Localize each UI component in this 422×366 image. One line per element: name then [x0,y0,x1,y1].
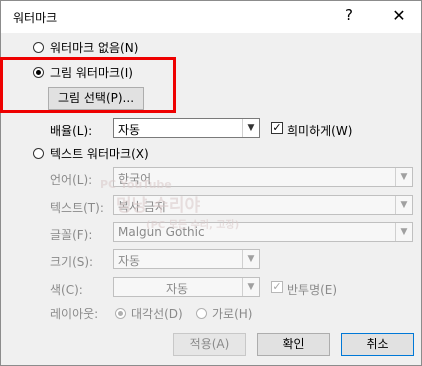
diagonal-label[interactable]: 대각선(D) [131,305,183,322]
apply-button[interactable]: 적용(A) [173,333,246,356]
chevron-down-icon: ▼ [395,168,412,186]
color-label: 색(C): [50,283,83,297]
close-icon[interactable]: ✕ [385,3,413,29]
chevron-down-icon: ▼ [242,278,259,296]
help-icon[interactable]: ? [345,6,353,24]
chevron-down-icon: ▼ [242,119,259,137]
semitransparent-label[interactable]: 반투명(E) [287,281,337,298]
horizontal-label[interactable]: 가로(H) [212,305,252,322]
cancel-button[interactable]: 취소 [341,333,414,356]
text-watermark-radio[interactable] [33,148,44,159]
color-value: 자동 [166,282,189,296]
color-dropdown[interactable]: 자동 ▼ [113,277,260,297]
chevron-down-icon: ▼ [242,250,259,268]
washout-checkbox[interactable]: ✓ [271,122,283,134]
ok-button[interactable]: 확인 [257,333,330,356]
scale-value: 자동 [118,123,141,137]
highlight-box [0,57,176,113]
watermark-line-3: (PC 모든 수리, 고장) [146,220,240,231]
no-watermark-label[interactable]: 워터마크 없음(N) [50,39,138,56]
text-watermark-label[interactable]: 텍스트 워터마크(X) [50,145,149,162]
scale-dropdown[interactable]: 자동 ▼ [113,118,260,138]
no-watermark-radio[interactable] [33,42,44,53]
diagonal-radio[interactable] [115,308,126,319]
text-label: 텍스트(T): [50,201,104,215]
dialog-title: 워터마크 [13,11,58,25]
semitransparent-checkbox[interactable]: ✓ [271,281,283,293]
size-dropdown[interactable]: 자동 ▼ [113,249,260,269]
chevron-down-icon: ▼ [395,223,412,241]
watermark-line-2: 멍냥 수리야 [116,196,201,216]
language-label: 언어(L): [50,173,93,187]
font-label: 글꼴(F): [50,228,93,242]
title-bar: 워터마크 ? ✕ [1,1,421,33]
watermark-line-1: PC YouTube [100,178,172,191]
horizontal-radio[interactable] [196,308,207,319]
size-label: 크기(S): [50,255,94,269]
washout-label[interactable]: 희미하게(W) [287,122,352,139]
layout-label: 레이아웃: [50,307,99,321]
chevron-down-icon: ▼ [395,196,412,214]
size-value: 자동 [118,254,141,268]
channel-watermark: PC YouTube 멍냥 수리야 (PC 모든 수리, 고장) [100,178,239,231]
scale-label: 배율(L): [50,124,93,138]
